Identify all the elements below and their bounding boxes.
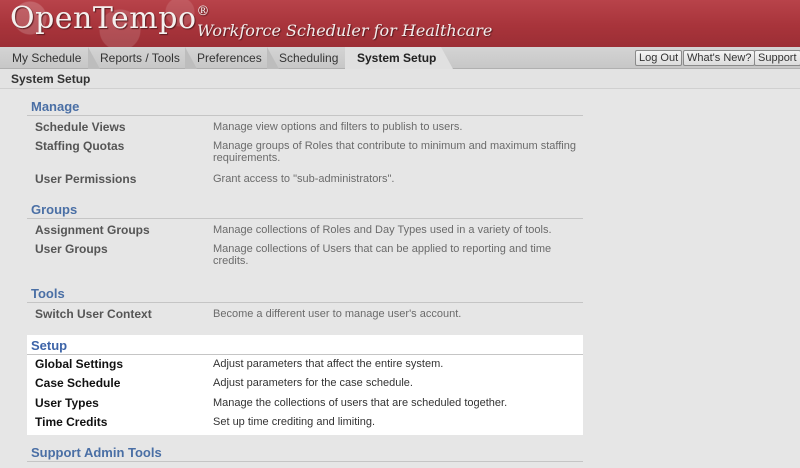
item-description: Grant access to "sub-administrators". — [213, 173, 395, 185]
breadcrumb: System Setup — [11, 72, 91, 86]
list-item: Time Credits Set up time crediting and l… — [27, 415, 583, 434]
support-button[interactable]: Support — [754, 50, 800, 66]
menu-link-switch-user-context[interactable]: Switch User Context — [35, 307, 213, 326]
section-title[interactable]: Support Admin Tools — [27, 442, 583, 462]
header-banner: OpenTempo® Workforce Scheduler for Healt… — [0, 0, 800, 47]
tab-reports-tools[interactable]: Reports / Tools — [88, 47, 197, 69]
list-item: Staffing Quotas Manage groups of Roles t… — [27, 139, 583, 172]
section-title: Manage — [27, 96, 583, 116]
breadcrumb-bar: System Setup — [0, 69, 800, 89]
tab-system-setup[interactable]: System Setup — [345, 47, 453, 69]
section-setup: Setup Global Settings Adjust parameters … — [27, 335, 583, 435]
list-item: Schedule Views Manage view options and f… — [27, 120, 583, 139]
menu-link-user-types[interactable]: User Types — [35, 396, 213, 415]
setup-menu: Manage Schedule Views Manage view option… — [27, 96, 583, 462]
list-item: Global Settings Adjust parameters that a… — [27, 357, 583, 376]
app-tagline: Workforce Scheduler for Healthcare — [197, 21, 493, 40]
list-item: Switch User Context Become a different u… — [27, 307, 583, 326]
tab-preferences[interactable]: Preferences — [185, 47, 279, 69]
item-description: Adjust parameters that affect the entire… — [213, 358, 444, 370]
section-tools: Tools Switch User Context Become a diffe… — [27, 283, 583, 333]
item-description: Manage groups of Roles that contribute t… — [213, 140, 576, 164]
item-description: Manage collections of Users that can be … — [213, 243, 552, 267]
section-groups: Groups Assignment Groups Manage collecti… — [27, 199, 583, 283]
tab-scheduling[interactable]: Scheduling — [267, 47, 357, 69]
item-description: Manage the collections of users that are… — [213, 397, 508, 409]
menu-link-staffing-quotas[interactable]: Staffing Quotas — [35, 139, 213, 172]
whats-new-button[interactable]: What's New? — [683, 50, 756, 66]
item-description: Adjust parameters for the case schedule. — [213, 377, 413, 389]
item-description: Manage view options and filters to publi… — [213, 121, 463, 133]
menu-link-user-permissions[interactable]: User Permissions — [35, 172, 213, 191]
app-logo: OpenTempo® — [10, 1, 211, 36]
section-support-admin-tools: Support Admin Tools — [27, 442, 583, 462]
menu-link-time-credits[interactable]: Time Credits — [35, 415, 213, 434]
menu-link-case-schedule[interactable]: Case Schedule — [35, 376, 213, 396]
list-item: User Types Manage the collections of use… — [27, 396, 583, 415]
menu-link-user-groups[interactable]: User Groups — [35, 242, 213, 275]
menu-link-assignment-groups[interactable]: Assignment Groups — [35, 223, 213, 242]
menu-link-global-settings[interactable]: Global Settings — [35, 357, 213, 376]
logout-button[interactable]: Log Out — [635, 50, 683, 66]
section-title: Setup — [27, 335, 583, 355]
section-title: Groups — [27, 199, 583, 219]
list-item: Case Schedule Adjust parameters for the … — [27, 376, 583, 396]
tab-my-schedule[interactable]: My Schedule — [0, 47, 100, 69]
list-item: Assignment Groups Manage collections of … — [27, 223, 583, 242]
list-item: User Permissions Grant access to "sub-ad… — [27, 172, 583, 191]
item-description: Become a different user to manage user's… — [213, 308, 462, 320]
menu-link-schedule-views[interactable]: Schedule Views — [35, 120, 213, 139]
list-item: User Groups Manage collections of Users … — [27, 242, 583, 275]
item-description: Set up time crediting and limiting. — [213, 416, 376, 428]
section-manage: Manage Schedule Views Manage view option… — [27, 96, 583, 194]
section-title: Tools — [27, 283, 583, 303]
item-description: Manage collections of Roles and Day Type… — [213, 224, 552, 236]
